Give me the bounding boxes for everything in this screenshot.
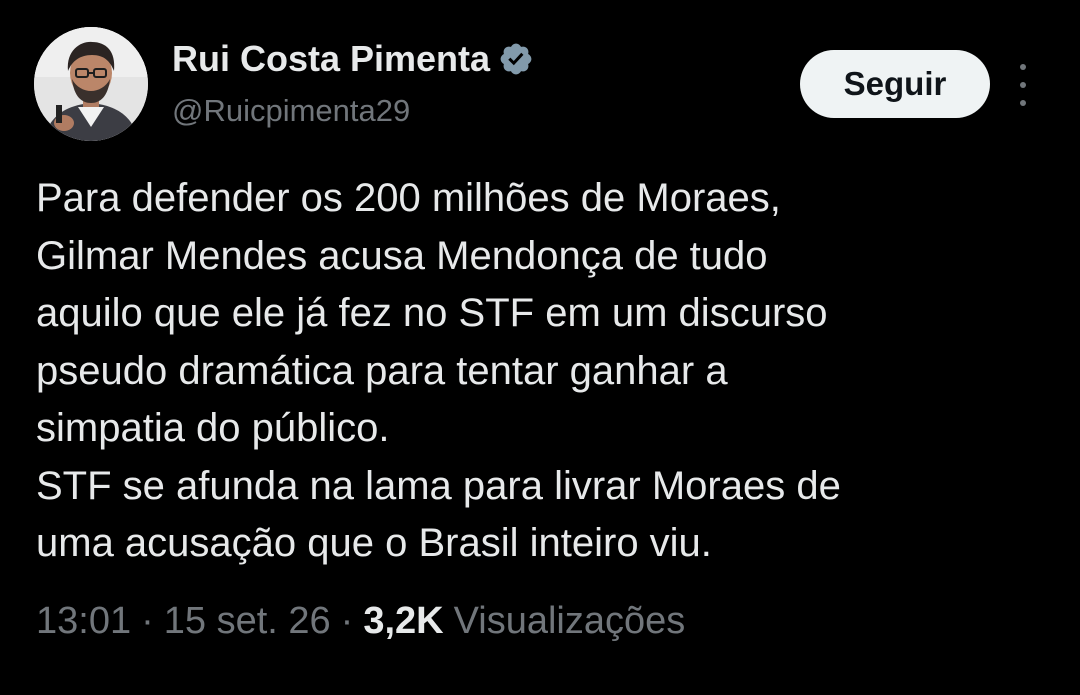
- avatar[interactable]: [34, 27, 148, 141]
- follow-button[interactable]: Seguir: [800, 50, 990, 118]
- tweet-text-line: STF se afunda na lama para livrar Moraes…: [36, 463, 841, 508]
- author-name-row: Rui Costa Pimenta: [172, 36, 534, 82]
- tweet-text: Para defender os 200 milhões de Moraes, …: [36, 170, 1036, 573]
- tweet-text-line: Gilmar Mendes acusa Mendonça de tudo: [36, 233, 768, 278]
- tweet-text-line: pseudo dramática para tentar ganhar a: [36, 348, 728, 393]
- author-display-name[interactable]: Rui Costa Pimenta: [172, 38, 490, 80]
- tweet-text-line: simpatia do público.: [36, 406, 390, 450]
- more-dot: [1020, 64, 1026, 70]
- more-dot: [1020, 82, 1026, 88]
- more-options-icon[interactable]: [1008, 64, 1038, 106]
- avatar-photo-icon: [34, 27, 148, 141]
- views-count[interactable]: 3,2K: [363, 600, 443, 643]
- tweet: Rui Costa Pimenta @Ruicpimenta29 Seguir …: [0, 0, 1080, 695]
- meta-separator: ·: [141, 600, 154, 642]
- views-label: Visualizações: [453, 600, 686, 642]
- tweet-date[interactable]: 15 set. 26: [164, 600, 331, 643]
- meta-separator: ·: [340, 600, 354, 642]
- tweet-time[interactable]: 13:01: [36, 600, 131, 643]
- tweet-text-line: aquilo que ele já fez no STF em um discu…: [36, 291, 828, 335]
- verified-badge-icon: [498, 41, 534, 77]
- more-dot: [1020, 100, 1026, 106]
- author-handle[interactable]: @Ruicpimenta29: [172, 93, 410, 129]
- tweet-meta: 13:01 · 15 set. 26 · 3,2K Visualizações: [36, 600, 685, 643]
- tweet-text-line: uma acusação que o Brasil inteiro viu.: [36, 521, 712, 565]
- tweet-text-line: Para defender os 200 milhões de Moraes,: [36, 176, 781, 220]
